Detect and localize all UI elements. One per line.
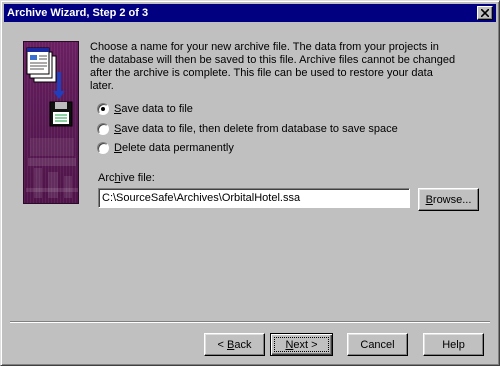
radio-button[interactable] <box>97 123 109 135</box>
close-icon <box>481 9 489 17</box>
cancel-button[interactable]: Cancel <box>347 333 408 356</box>
archive-wizard-illustration-icon <box>26 47 78 198</box>
close-button[interactable] <box>477 6 493 20</box>
radio-button[interactable] <box>97 103 109 115</box>
radio-selected-dot <box>101 107 105 111</box>
radio-button[interactable] <box>97 142 109 154</box>
button-separator <box>10 321 490 323</box>
back-button[interactable]: < Back <box>204 333 265 356</box>
window-title: Archive Wizard, Step 2 of 3 <box>7 7 149 19</box>
help-button[interactable]: Help <box>423 333 484 356</box>
archive-wizard-dialog: Archive Wizard, Step 2 of 3 Choose a nam… <box>0 0 500 366</box>
archive-file-input[interactable] <box>98 188 410 208</box>
next-button[interactable]: Next > <box>270 333 333 356</box>
wizard-illustration <box>23 41 79 204</box>
archive-file-label: Archive file: <box>98 172 155 184</box>
title-bar[interactable]: Archive Wizard, Step 2 of 3 <box>4 4 496 22</box>
option-label[interactable]: Save data to file, then delete from data… <box>114 123 398 135</box>
browse-button[interactable]: Browse... <box>418 188 479 211</box>
instructions-text: Choose a name for your new archive file.… <box>90 41 456 92</box>
option-label[interactable]: Delete data permanently <box>114 142 234 154</box>
option-label[interactable]: Save data to file <box>114 103 193 115</box>
